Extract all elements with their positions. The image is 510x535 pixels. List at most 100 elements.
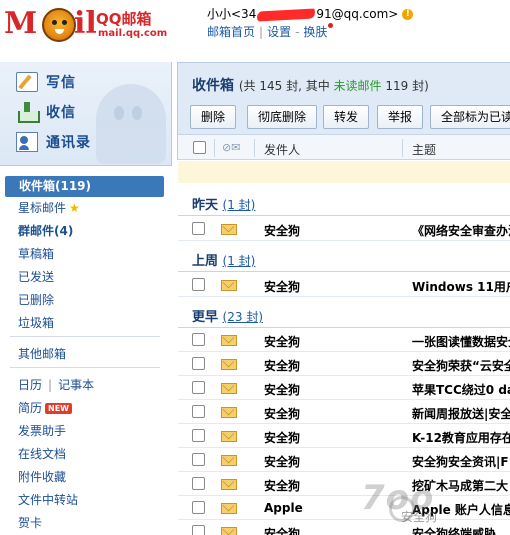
contacts-button[interactable]: 通讯录: [16, 130, 91, 154]
folder-attachments[interactable]: 附件收藏: [18, 469, 66, 485]
unread-mail-icon: [221, 503, 237, 514]
notice-bar: [178, 161, 510, 183]
row-sender: Apple: [264, 501, 303, 515]
notes-link[interactable]: 记事本: [58, 378, 94, 392]
folder-docs[interactable]: 在线文档: [18, 446, 66, 462]
receive-button[interactable]: 收信: [16, 100, 76, 124]
row-checkbox[interactable]: [192, 477, 205, 490]
row-sender: 安全狗: [264, 455, 301, 469]
unread-mail-icon: [221, 527, 237, 535]
settings-link[interactable]: 设置: [267, 25, 291, 39]
row-subject: 安全狗安全资讯|F: [412, 455, 509, 469]
unread-mail-icon: [221, 431, 237, 442]
calendar-notes: 日历 | 记事本: [18, 377, 94, 393]
mail-row[interactable]: Apple Apple 账户人信息: [178, 496, 510, 520]
divider: -: [295, 25, 300, 39]
receive-label: 收信: [46, 105, 76, 121]
mail-row[interactable]: 安全狗 《网络安全审查办法》: [178, 217, 510, 241]
mail-row[interactable]: 安全狗 Windows 11用户: [178, 273, 510, 297]
row-subject: Apple 账户人信息: [412, 503, 510, 517]
mail-row[interactable]: 安全狗 K-12教育应用存在: [178, 424, 510, 448]
row-checkbox[interactable]: [192, 333, 205, 346]
unread-mail-icon: [221, 479, 237, 490]
subject-column[interactable]: 主题: [412, 141, 436, 158]
mail-row[interactable]: 安全狗 安全狗终端威胁: [178, 520, 510, 535]
folder-groups[interactable]: 群邮件(4): [18, 223, 73, 239]
divider: [178, 271, 510, 272]
row-sender: 安全狗: [264, 431, 301, 445]
folder-inbox[interactable]: 收件箱(119): [5, 176, 164, 197]
compose-button[interactable]: 写信: [16, 70, 76, 94]
report-button[interactable]: 举报: [377, 105, 424, 129]
sender-column[interactable]: 发件人: [264, 141, 300, 158]
row-sender: 安全狗: [264, 359, 301, 373]
row-checkbox[interactable]: [192, 405, 205, 418]
delete-button[interactable]: 删除: [190, 105, 237, 129]
row-checkbox[interactable]: [192, 501, 205, 514]
folder-other[interactable]: 其他邮箱: [18, 346, 66, 362]
mail-row[interactable]: 安全狗 一张图读懂数据安全: [178, 328, 510, 352]
receive-icon: [16, 102, 40, 123]
header: M il QQ邮箱 mail.qq.com 小小<34 91@qq.com>! 邮…: [0, 0, 510, 62]
mail-row[interactable]: 安全狗 新闻周报放送|安全: [178, 400, 510, 424]
row-subject: 安全狗终端威胁: [412, 527, 497, 535]
compose-label: 写信: [46, 75, 76, 91]
folder-invoice[interactable]: 发票助手: [18, 423, 66, 439]
mail-list-panel: 收件箱 (共 145 封, 其中 未读邮件 119 封) 删除 彻底删除 转发 …: [177, 62, 510, 535]
toolbar: 删除 彻底删除 转发 举报 全部标为已读: [177, 100, 510, 134]
brand-name: QQ邮箱: [96, 10, 152, 28]
row-checkbox[interactable]: [192, 278, 205, 291]
group-count[interactable]: (23 封): [223, 310, 263, 324]
column-header: ⊘✉ 发件人 主题: [177, 134, 510, 160]
folder-drafts[interactable]: 草稿箱: [18, 246, 54, 262]
mail-row[interactable]: 安全狗 安全狗安全资讯|F: [178, 448, 510, 472]
folder-spam[interactable]: 垃圾箱: [18, 315, 54, 331]
vip-icon[interactable]: !: [402, 9, 414, 20]
row-subject: 安全狗荣获“云安全: [412, 359, 510, 373]
calendar-link[interactable]: 日历: [18, 378, 42, 392]
mail-row[interactable]: 安全狗 苹果TCC绕过0 day: [178, 376, 510, 400]
unread-mail-icon: [221, 359, 237, 370]
folder-sent[interactable]: 已发送: [18, 269, 54, 285]
qq-mail-logo[interactable]: M il QQ邮箱 mail.qq.com: [4, 4, 167, 48]
skin-link[interactable]: 换肤: [303, 25, 327, 39]
folder-deleted[interactable]: 已删除: [18, 292, 54, 308]
group-title: 昨天: [192, 198, 219, 213]
home-link[interactable]: 邮箱首页: [207, 25, 255, 39]
row-subject: 新闻周报放送|安全: [412, 407, 510, 421]
contacts-label: 通讯录: [46, 135, 91, 151]
row-sender: 安全狗: [264, 527, 301, 535]
row-checkbox[interactable]: [192, 357, 205, 370]
mark-all-read-button[interactable]: 全部标为已读: [430, 105, 510, 129]
contacts-icon: [16, 132, 38, 152]
folder-transfer[interactable]: 文件中转站: [18, 492, 78, 508]
row-checkbox[interactable]: [192, 381, 205, 394]
unread-mail-icon: [221, 280, 237, 291]
folder-starred[interactable]: 星标邮件 ★: [18, 200, 80, 216]
row-checkbox[interactable]: [192, 222, 205, 235]
group-yesterday: 昨天 (1 封): [192, 194, 255, 213]
page-title: 收件箱 (共 145 封, 其中 未读邮件 119 封): [192, 75, 429, 95]
row-checkbox[interactable]: [192, 453, 205, 466]
row-subject: K-12教育应用存在: [412, 431, 510, 445]
divider: [178, 215, 510, 216]
row-checkbox[interactable]: [192, 525, 205, 535]
delete-permanently-button[interactable]: 彻底删除: [247, 105, 318, 129]
folder-resume[interactable]: 简历 NEW: [18, 400, 72, 416]
folder-cards[interactable]: 贺卡: [18, 515, 42, 531]
row-subject: 一张图读懂数据安全: [412, 335, 510, 349]
row-subject: 挖矿木马成第二大: [412, 479, 509, 493]
unread-link[interactable]: 未读邮件: [334, 79, 382, 93]
row-sender: 安全狗: [264, 383, 301, 397]
group-count[interactable]: (1 封): [223, 254, 256, 268]
forward-button[interactable]: 转发: [323, 105, 370, 129]
row-checkbox[interactable]: [192, 429, 205, 442]
mail-row[interactable]: 安全狗 挖矿木马成第二大: [178, 472, 510, 496]
group-count[interactable]: (1 封): [223, 198, 256, 212]
red-dot-icon: [328, 23, 334, 28]
unread-mail-icon: [221, 455, 237, 466]
select-all-checkbox[interactable]: [193, 141, 206, 154]
mail-count: (共 145 封, 其中 未读邮件 119 封): [239, 79, 429, 93]
mail-row[interactable]: 安全狗 安全狗荣获“云安全: [178, 352, 510, 376]
row-sender: 安全狗: [264, 335, 301, 349]
